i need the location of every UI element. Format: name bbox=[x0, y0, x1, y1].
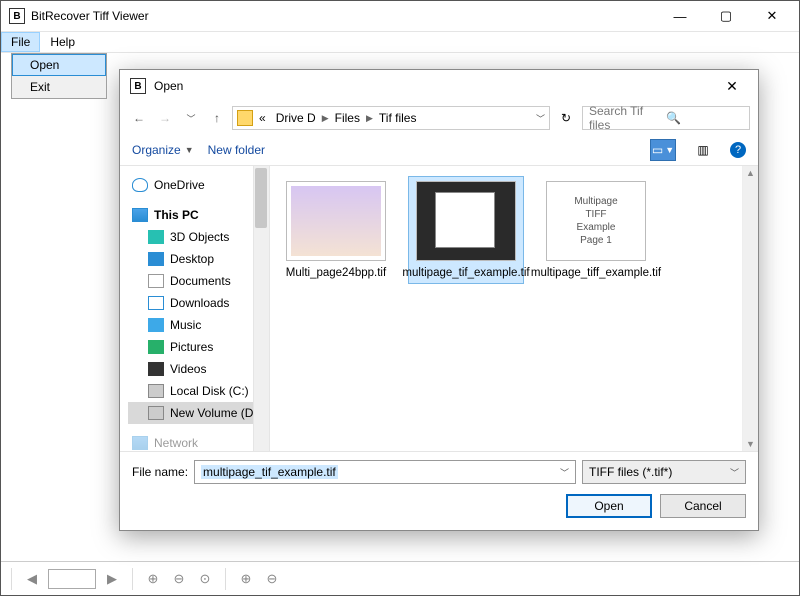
folder-icon bbox=[237, 110, 253, 126]
breadcrumb-seg-files[interactable]: Files bbox=[331, 111, 364, 125]
dialog-footer: File name: multipage_tif_example.tif ﹀ T… bbox=[120, 451, 758, 530]
file-name: multipage_tif_example.tif bbox=[402, 267, 529, 279]
status-bar: ◀ ▶ ⊕ ⊖ ⊙ ⊕ ⊖ bbox=[1, 561, 799, 595]
file-item[interactable]: Multipage TIFF Example Page 1 multipage_… bbox=[538, 176, 654, 284]
tree-desktop[interactable]: Desktop bbox=[128, 248, 265, 270]
files-scrollbar[interactable] bbox=[742, 166, 758, 451]
zoom-out2-icon[interactable]: ⊖ bbox=[262, 569, 282, 589]
dialog-body: OneDrive This PC 3D Objects Desktop Docu… bbox=[120, 166, 758, 451]
file-menu-exit[interactable]: Exit bbox=[12, 76, 106, 98]
window-title: BitRecover Tiff Viewer bbox=[31, 9, 657, 23]
file-name: multipage_tiff_example.tif bbox=[531, 267, 661, 279]
cube-icon bbox=[148, 230, 164, 244]
dialog-close-button[interactable]: ✕ bbox=[712, 72, 752, 100]
pc-icon bbox=[132, 208, 148, 222]
organize-button[interactable]: Organize▼ bbox=[132, 143, 194, 157]
dialog-toolbar: Organize▼ New folder ▭▼ ▥ ? bbox=[120, 134, 758, 166]
tree-network[interactable]: Network bbox=[128, 432, 265, 451]
zoom-fit-icon[interactable]: ⊙ bbox=[195, 569, 215, 589]
view-mode-button[interactable]: ▭▼ bbox=[650, 139, 676, 161]
zoom-out-icon[interactable]: ⊖ bbox=[169, 569, 189, 589]
dialog-title-bar: B Open ✕ bbox=[120, 70, 758, 102]
search-input[interactable]: Search Tif files 🔍 bbox=[582, 106, 750, 130]
folder-tree: OneDrive This PC 3D Objects Desktop Docu… bbox=[120, 166, 269, 451]
breadcrumb-ellipsis[interactable]: « bbox=[255, 111, 270, 125]
nav-scrollbar[interactable] bbox=[253, 166, 269, 451]
search-icon: 🔍 bbox=[666, 111, 743, 125]
chevron-right-icon: ▶ bbox=[322, 113, 329, 124]
file-name: Multi_page24bpp.tif bbox=[286, 267, 386, 279]
file-item[interactable]: multipage_tif_example.tif bbox=[408, 176, 524, 284]
open-button[interactable]: Open bbox=[566, 494, 652, 518]
menu-bar: File Help bbox=[1, 31, 799, 53]
video-icon bbox=[148, 362, 164, 376]
window-controls: — ▢ ✕ bbox=[657, 1, 795, 31]
zoom-in2-icon[interactable]: ⊕ bbox=[236, 569, 256, 589]
desktop-icon bbox=[148, 252, 164, 266]
nav-up-button[interactable]: ↑ bbox=[206, 107, 228, 129]
menu-help[interactable]: Help bbox=[40, 32, 85, 52]
address-row: ← → ﹀ ↑ « Drive D ▶ Files ▶ Tif files ﹀ … bbox=[120, 102, 758, 134]
navigation-pane: OneDrive This PC 3D Objects Desktop Docu… bbox=[120, 166, 270, 451]
disk-icon bbox=[148, 384, 164, 398]
tree-new-volume-d[interactable]: New Volume (D: bbox=[128, 402, 265, 424]
page-next-button[interactable]: ▶ bbox=[102, 569, 122, 589]
cloud-icon bbox=[132, 178, 148, 192]
download-icon bbox=[148, 296, 164, 310]
breadcrumb-seg-tif[interactable]: Tif files bbox=[375, 111, 421, 125]
maximize-button[interactable]: ▢ bbox=[703, 1, 749, 31]
dialog-title: Open bbox=[154, 79, 712, 93]
tree-onedrive[interactable]: OneDrive bbox=[128, 174, 265, 196]
nav-forward-button[interactable]: → bbox=[154, 107, 176, 129]
file-thumbnail bbox=[286, 181, 386, 261]
menu-file[interactable]: File bbox=[1, 32, 40, 52]
tree-3d-objects[interactable]: 3D Objects bbox=[128, 226, 265, 248]
music-icon bbox=[148, 318, 164, 332]
refresh-button[interactable]: ↻ bbox=[554, 106, 578, 130]
files-pane: Multi_page24bpp.tif multipage_tif_exampl… bbox=[270, 166, 758, 451]
tree-this-pc[interactable]: This PC bbox=[128, 204, 265, 226]
picture-icon bbox=[148, 340, 164, 354]
cancel-button[interactable]: Cancel bbox=[660, 494, 746, 518]
file-thumbnail: Multipage TIFF Example Page 1 bbox=[546, 181, 646, 261]
app-logo: B bbox=[9, 8, 25, 24]
breadcrumb[interactable]: « Drive D ▶ Files ▶ Tif files ﹀ bbox=[232, 106, 550, 130]
tree-downloads[interactable]: Downloads bbox=[128, 292, 265, 314]
chevron-right-icon: ▶ bbox=[366, 113, 373, 124]
chevron-down-icon: ﹀ bbox=[730, 466, 739, 479]
preview-pane-button[interactable]: ▥ bbox=[690, 139, 716, 161]
new-folder-button[interactable]: New folder bbox=[208, 143, 265, 157]
search-placeholder: Search Tif files bbox=[589, 104, 666, 132]
tree-local-disk-c[interactable]: Local Disk (C:) bbox=[128, 380, 265, 402]
zoom-in-icon[interactable]: ⊕ bbox=[143, 569, 163, 589]
page-prev-button[interactable]: ◀ bbox=[22, 569, 42, 589]
tree-videos[interactable]: Videos bbox=[128, 358, 265, 380]
file-item[interactable]: Multi_page24bpp.tif bbox=[278, 176, 394, 284]
chevron-down-icon: ▼ bbox=[185, 145, 194, 155]
network-icon bbox=[132, 436, 148, 450]
dialog-logo: B bbox=[130, 78, 146, 94]
file-menu-open[interactable]: Open bbox=[12, 54, 106, 76]
document-icon bbox=[148, 274, 164, 288]
file-menu-dropdown: Open Exit bbox=[11, 53, 107, 99]
breadcrumb-seg-drive[interactable]: Drive D bbox=[272, 111, 320, 125]
close-button[interactable]: ✕ bbox=[749, 1, 795, 31]
file-name-input[interactable]: multipage_tif_example.tif ﹀ bbox=[194, 460, 576, 484]
file-type-filter[interactable]: TIFF files (*.tif*) ﹀ bbox=[582, 460, 746, 484]
tree-music[interactable]: Music bbox=[128, 314, 265, 336]
file-thumbnail bbox=[416, 181, 516, 261]
minimize-button[interactable]: — bbox=[657, 1, 703, 31]
open-dialog: B Open ✕ ← → ﹀ ↑ « Drive D ▶ Files ▶ Tif… bbox=[119, 69, 759, 531]
tree-documents[interactable]: Documents bbox=[128, 270, 265, 292]
help-button[interactable]: ? bbox=[730, 142, 746, 158]
nav-recent-button[interactable]: ﹀ bbox=[180, 107, 202, 129]
breadcrumb-dropdown-icon[interactable]: ﹀ bbox=[536, 112, 545, 125]
tree-pictures[interactable]: Pictures bbox=[128, 336, 265, 358]
disk-icon bbox=[148, 406, 164, 420]
title-bar: B BitRecover Tiff Viewer — ▢ ✕ bbox=[1, 1, 799, 31]
page-number-input[interactable] bbox=[48, 569, 96, 589]
file-name-label: File name: bbox=[132, 465, 188, 479]
chevron-down-icon[interactable]: ﹀ bbox=[560, 466, 569, 479]
nav-back-button[interactable]: ← bbox=[128, 107, 150, 129]
